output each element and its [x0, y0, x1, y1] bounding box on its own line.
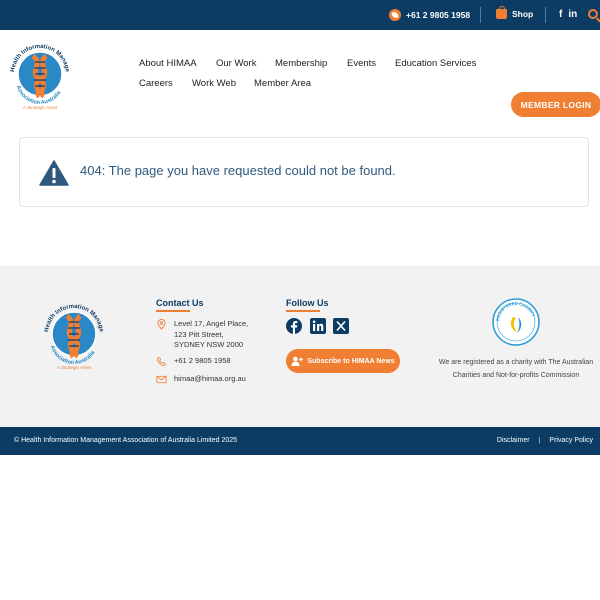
contact-heading: Contact Us [156, 298, 204, 308]
divider [545, 7, 546, 23]
divider [480, 7, 481, 23]
address-line: SYDNEY NSW 2000 [174, 340, 244, 349]
contact-address: Level 17, Angel Place, 123 Pitt Street, … [156, 319, 248, 351]
nav-item-careers[interactable]: Careers [139, 78, 173, 89]
linkedin-icon[interactable]: in [568, 9, 577, 20]
subscribe-button[interactable]: Subscribe to HIMAA News [286, 349, 400, 373]
top-bar: +61 2 9805 1958 Shop f in [0, 0, 600, 30]
add-user-icon [291, 356, 304, 366]
site-footer: Health Information Management Associatio… [0, 266, 600, 427]
footer-phone-number: +61 2 9805 1958 [174, 356, 231, 365]
copyright-text: © Health Information Management Associat… [14, 437, 238, 444]
shop-link[interactable]: Shop [496, 6, 534, 19]
phone-icon [156, 356, 167, 367]
facebook-icon[interactable]: f [559, 9, 562, 20]
nav-item-work-web[interactable]: Work Web [192, 78, 236, 89]
follow-heading: Follow Us [286, 298, 329, 308]
warning-icon [39, 160, 69, 186]
search-icon[interactable] [588, 9, 598, 19]
address-line: Level 17, Angel Place, [174, 319, 249, 328]
footer-logo[interactable]: Health Information Management Associatio… [40, 296, 108, 372]
not-found-message: 404: The page you have requested could n… [80, 163, 396, 178]
contact-email[interactable]: himaa@himaa.org.au [156, 374, 246, 385]
site-header: Health Information Management Associatio… [0, 30, 600, 118]
location-pin-icon [157, 319, 166, 330]
nav-item-education-services[interactable]: Education Services [395, 58, 476, 69]
address-line: 123 Pitt Street, [174, 329, 224, 339]
facebook-icon[interactable] [286, 318, 302, 334]
svg-text:A Strategic Asset: A Strategic Asset [22, 105, 58, 110]
legal-links: Disclaimer | Privacy Policy [497, 437, 593, 444]
main-content: 404: The page you have requested could n… [0, 118, 600, 266]
x-twitter-icon[interactable] [333, 318, 349, 334]
mail-icon [156, 375, 167, 384]
bottom-bar: © Health Information Management Associat… [0, 427, 600, 455]
himaa-logo[interactable]: Health Information Management Associatio… [6, 36, 74, 112]
link-separator: | [538, 437, 541, 444]
nav-item-events[interactable]: Events [347, 58, 376, 69]
shop-label: Shop [512, 9, 534, 19]
phone-icon [389, 9, 401, 21]
nav-item-our-work[interactable]: Our Work [216, 58, 256, 69]
nav-item-membership[interactable]: Membership [275, 58, 327, 69]
subscribe-label: Subscribe to HIMAA News [307, 357, 395, 365]
registered-charity-badge[interactable]: REGISTERED CHARITY [491, 297, 541, 347]
footer-email: himaa@himaa.org.au [174, 374, 246, 383]
top-social-links: f in [559, 9, 577, 20]
nav-item-member-area[interactable]: Member Area [254, 78, 311, 89]
contact-phone[interactable]: +61 2 9805 1958 [156, 356, 231, 367]
privacy-policy-link[interactable]: Privacy Policy [549, 437, 593, 444]
heading-underline [156, 310, 190, 312]
member-login-button[interactable]: MEMBER LOGIN [511, 92, 600, 117]
shopping-bag-icon [496, 6, 507, 19]
charity-statement: We are registered as a charity with The … [438, 359, 594, 379]
not-found-alert: 404: The page you have requested could n… [19, 137, 589, 207]
top-phone-link[interactable]: +61 2 9805 1958 [389, 9, 470, 21]
svg-text:A Strategic Asset: A Strategic Asset [56, 365, 92, 370]
nav-item-about[interactable]: About HIMAA [139, 58, 197, 69]
disclaimer-link[interactable]: Disclaimer [497, 437, 530, 444]
linkedin-icon[interactable] [310, 318, 326, 334]
top-phone-number: +61 2 9805 1958 [406, 10, 471, 20]
heading-underline [286, 310, 320, 312]
